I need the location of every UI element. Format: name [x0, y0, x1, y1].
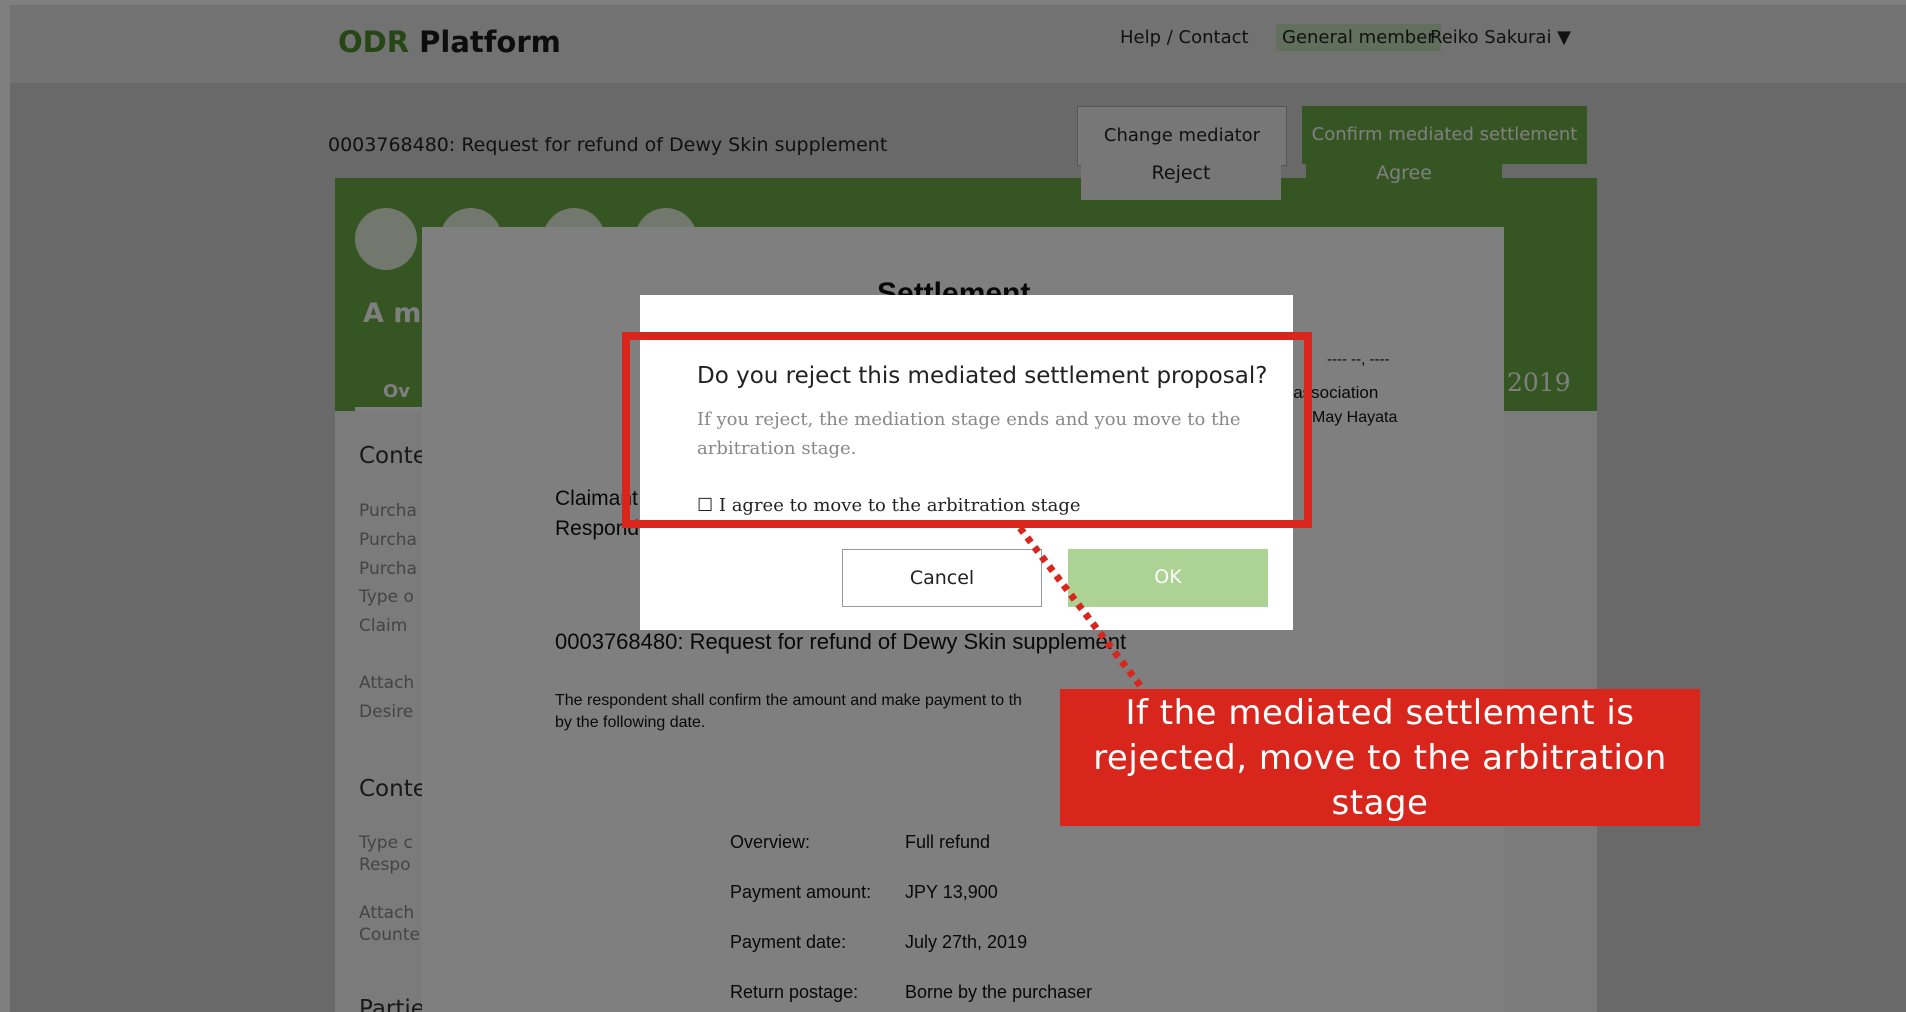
callout-text: rejected, move to the arbitration [1093, 738, 1667, 778]
callout-text: stage [1331, 783, 1429, 823]
annotation-connector-line [1017, 525, 1145, 691]
annotation-callout: If the mediated settlement is rejected, … [1060, 689, 1700, 826]
callout-text: If the mediated settlement is [1125, 693, 1635, 733]
